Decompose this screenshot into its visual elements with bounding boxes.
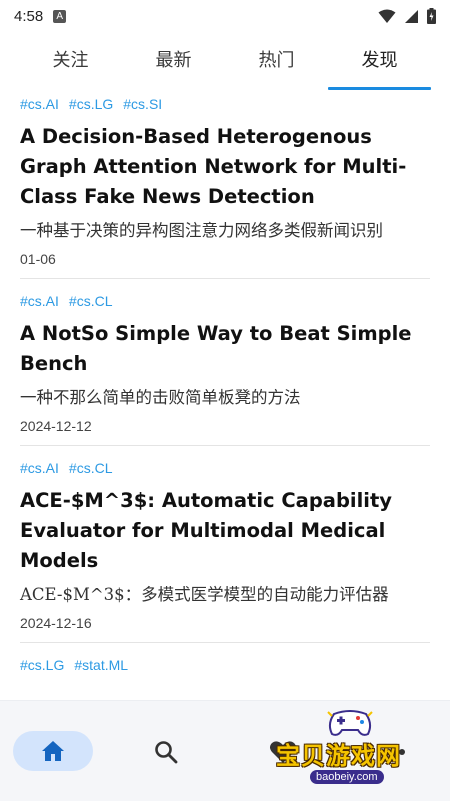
gamepad-icon <box>327 710 373 736</box>
paper-card[interactable]: #cs.AI #cs.CL A NotSo Simple Way to Beat… <box>20 289 430 446</box>
paper-date: 2024-12-16 <box>20 615 92 631</box>
paper-title[interactable]: A Decision-Based Heterogenous Graph Atte… <box>20 122 430 212</box>
paper-date: 01-06 <box>20 251 56 267</box>
top-tabs: 关注 最新 热门 发现 <box>0 40 450 90</box>
tab-following[interactable]: 关注 <box>19 40 122 90</box>
tag-list: #cs.LG #stat.ML <box>20 653 430 677</box>
paper-translated-title: ACE-$M^3$：多模式医学模型的自动能力评估器 <box>20 585 389 604</box>
tag[interactable]: #cs.AI <box>20 92 59 116</box>
tag[interactable]: #cs.AI <box>20 289 59 313</box>
paper-card[interactable]: #cs.AI #cs.CL ACE-$M^3$: Automatic Capab… <box>20 456 430 643</box>
status-time: 4:58 <box>14 7 44 25</box>
paper-title[interactable]: ACE-$M^3$: Automatic Capability Evaluato… <box>20 486 430 576</box>
tag-list: #cs.AI #cs.CL <box>20 456 430 480</box>
cell-signal-icon <box>405 9 418 23</box>
status-bar: 4:58 A <box>0 0 450 32</box>
tab-latest[interactable]: 最新 <box>122 40 225 90</box>
watermark-text: 宝贝游戏网 <box>276 742 401 770</box>
tag[interactable]: #cs.SI <box>123 92 162 116</box>
paper-title[interactable]: A NotSo Simple Way to Beat Simple Bench <box>20 319 430 379</box>
paper-card[interactable]: #cs.LG #stat.ML <box>20 653 430 685</box>
tag[interactable]: #cs.LG <box>20 653 64 677</box>
status-left: 4:58 A <box>14 7 67 25</box>
paper-translated-title: 一种基于决策的异构图注意力网络多类假新闻识别 <box>20 221 383 240</box>
paper-translated-title: 一种不那么简单的击败简单板凳的方法 <box>20 388 301 407</box>
tab-discover[interactable]: 发现 <box>328 40 431 90</box>
watermark-url: baobeiy.com <box>310 770 384 784</box>
paper-card[interactable]: #cs.AI #cs.LG #cs.SI A Decision-Based He… <box>20 92 430 279</box>
wifi-icon <box>378 9 396 23</box>
notification-icon: A <box>53 9 67 23</box>
tag[interactable]: #cs.LG <box>69 92 113 116</box>
paper-feed: #cs.AI #cs.LG #cs.SI A Decision-Based He… <box>20 92 430 695</box>
tag-list: #cs.AI #cs.CL <box>20 289 430 313</box>
tag[interactable]: #cs.CL <box>69 289 113 313</box>
battery-icon <box>427 8 436 24</box>
paper-date: 2024-12-12 <box>20 418 92 434</box>
status-right <box>378 8 436 24</box>
search-icon <box>155 741 178 764</box>
tag-list: #cs.AI #cs.LG #cs.SI <box>20 92 430 116</box>
tag[interactable]: #cs.CL <box>69 456 113 480</box>
nav-home-button[interactable] <box>13 731 93 771</box>
tab-popular[interactable]: 热门 <box>225 40 328 90</box>
tag[interactable]: #stat.ML <box>74 653 128 677</box>
site-watermark: 宝贝游戏网 baobeiy.com <box>268 708 428 790</box>
nav-search-button[interactable] <box>153 739 179 765</box>
tag[interactable]: #cs.AI <box>20 456 59 480</box>
home-icon <box>42 741 64 761</box>
